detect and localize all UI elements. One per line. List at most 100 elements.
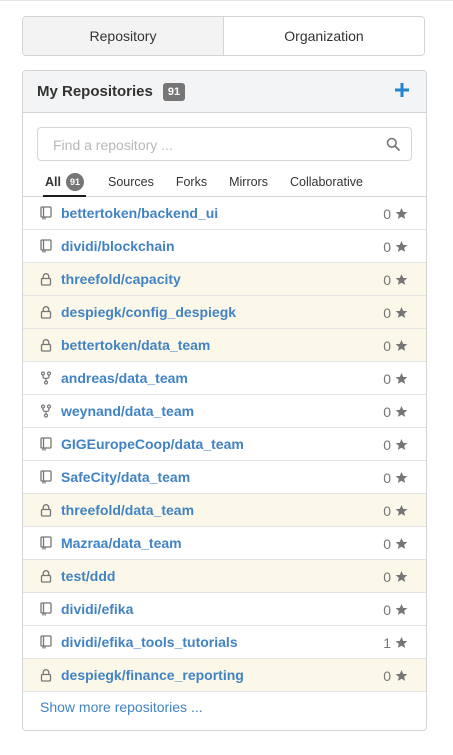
star-count-value: 0 xyxy=(383,403,391,420)
repo-row[interactable]: bettertoken/data_team 0 xyxy=(23,329,426,362)
repo-link[interactable]: dividi/efika_tools_tutorials xyxy=(61,634,238,650)
star-icon xyxy=(395,636,408,648)
star-count: 0 xyxy=(383,395,408,428)
star-icon xyxy=(395,438,408,450)
search-box xyxy=(37,127,412,161)
fork-icon xyxy=(40,404,52,418)
fork-icon xyxy=(40,371,52,385)
star-count: 0 xyxy=(383,494,408,527)
repo-row[interactable]: threefold/data_team 0 xyxy=(23,494,426,527)
star-count-value: 0 xyxy=(383,304,391,321)
star-count: 0 xyxy=(383,329,408,362)
star-count-value: 0 xyxy=(383,667,391,684)
star-count: 0 xyxy=(383,362,408,395)
panel-header: My Repositories 91 xyxy=(23,71,426,113)
filter-collaborative[interactable]: Collaborative xyxy=(290,168,363,196)
lock-icon xyxy=(40,504,52,517)
filter-forks[interactable]: Forks xyxy=(176,168,207,196)
panel-title: My Repositories xyxy=(37,83,153,100)
tab-organization[interactable]: Organization xyxy=(224,17,424,55)
star-count: 0 xyxy=(383,197,408,230)
my-repositories-panel: My Repositories 91 All 91 Sources Forks … xyxy=(22,70,427,731)
repo-link[interactable]: threefold/capacity xyxy=(61,271,181,287)
star-count: 0 xyxy=(383,428,408,461)
filter-mirrors[interactable]: Mirrors xyxy=(229,168,268,196)
repo-link[interactable]: andreas/data_team xyxy=(61,370,188,386)
lock-icon xyxy=(40,273,52,286)
show-more-link[interactable]: Show more repositories ... xyxy=(23,692,426,722)
star-count: 1 xyxy=(383,626,408,659)
star-count-value: 0 xyxy=(383,568,391,585)
star-icon xyxy=(395,669,408,681)
book-icon xyxy=(40,470,52,484)
star-icon xyxy=(395,207,408,219)
search-wrapper xyxy=(23,113,426,161)
star-count-value: 0 xyxy=(383,436,391,453)
tab-repository[interactable]: Repository xyxy=(23,17,224,55)
star-count: 0 xyxy=(383,659,408,692)
star-count-value: 0 xyxy=(383,337,391,354)
filter-all[interactable]: All 91 xyxy=(43,169,86,197)
star-icon xyxy=(395,405,408,417)
repo-row[interactable]: SafeCity/data_team 0 xyxy=(23,461,426,494)
star-icon xyxy=(395,273,408,285)
repo-link[interactable]: GIGEuropeCoop/data_team xyxy=(61,436,244,452)
plus-icon[interactable] xyxy=(392,80,412,100)
repo-link[interactable]: weynand/data_team xyxy=(61,403,194,419)
star-count-value: 0 xyxy=(383,205,391,222)
repo-link[interactable]: despiegk/config_despiegk xyxy=(61,304,236,320)
search-input[interactable] xyxy=(51,129,375,161)
star-icon xyxy=(395,504,408,516)
star-count-value: 0 xyxy=(383,502,391,519)
repo-link[interactable]: threefold/data_team xyxy=(61,502,194,518)
star-icon xyxy=(395,570,408,582)
star-count-value: 0 xyxy=(383,271,391,288)
repo-link[interactable]: bettertoken/data_team xyxy=(61,337,210,353)
repo-link[interactable]: Mazraa/data_team xyxy=(61,535,182,551)
repo-row[interactable]: dividi/efika 0 xyxy=(23,593,426,626)
repo-row[interactable]: despiegk/finance_reporting 0 xyxy=(23,659,426,692)
star-count: 0 xyxy=(383,461,408,494)
star-count: 0 xyxy=(383,593,408,626)
repo-link[interactable]: dividi/blockchain xyxy=(61,238,175,254)
filter-all-count-badge: 91 xyxy=(65,173,84,191)
lock-icon xyxy=(40,339,52,352)
repo-link[interactable]: dividi/efika xyxy=(61,601,133,617)
repo-row[interactable]: dividi/efika_tools_tutorials 1 xyxy=(23,626,426,659)
repo-row[interactable]: bettertoken/backend_ui 0 xyxy=(23,197,426,230)
repo-row[interactable]: GIGEuropeCoop/data_team 0 xyxy=(23,428,426,461)
filter-all-label: All xyxy=(45,175,61,189)
filter-sources[interactable]: Sources xyxy=(108,168,154,196)
repo-link[interactable]: despiegk/finance_reporting xyxy=(61,667,244,683)
book-icon xyxy=(40,239,52,253)
star-icon xyxy=(395,339,408,351)
repo-row[interactable]: dividi/blockchain 0 xyxy=(23,230,426,263)
star-count-value: 0 xyxy=(383,238,391,255)
star-icon xyxy=(395,537,408,549)
star-count-value: 0 xyxy=(383,469,391,486)
repo-row[interactable]: threefold/capacity 0 xyxy=(23,263,426,296)
repo-link[interactable]: test/ddd xyxy=(61,568,115,584)
repo-link[interactable]: SafeCity/data_team xyxy=(61,469,190,485)
star-count: 0 xyxy=(383,263,408,296)
star-icon xyxy=(395,603,408,615)
star-count: 0 xyxy=(383,560,408,593)
book-icon xyxy=(40,206,52,220)
star-count-value: 0 xyxy=(383,601,391,618)
star-count-value: 1 xyxy=(383,634,391,651)
repo-row[interactable]: andreas/data_team 0 xyxy=(23,362,426,395)
repo-row[interactable]: test/ddd 0 xyxy=(23,560,426,593)
repo-row[interactable]: despiegk/config_despiegk 0 xyxy=(23,296,426,329)
repo-row[interactable]: weynand/data_team 0 xyxy=(23,395,426,428)
book-icon xyxy=(40,602,52,616)
lock-icon xyxy=(40,306,52,319)
repo-org-tabs: Repository Organization xyxy=(22,16,425,56)
lock-icon xyxy=(40,669,52,682)
star-icon xyxy=(395,471,408,483)
repo-link[interactable]: bettertoken/backend_ui xyxy=(61,205,218,221)
repo-row[interactable]: Mazraa/data_team 0 xyxy=(23,527,426,560)
star-count-value: 0 xyxy=(383,370,391,387)
repo-list: bettertoken/backend_ui 0 dividi/blockchain… xyxy=(23,197,426,692)
star-count-value: 0 xyxy=(383,535,391,552)
search-icon[interactable] xyxy=(386,137,400,151)
